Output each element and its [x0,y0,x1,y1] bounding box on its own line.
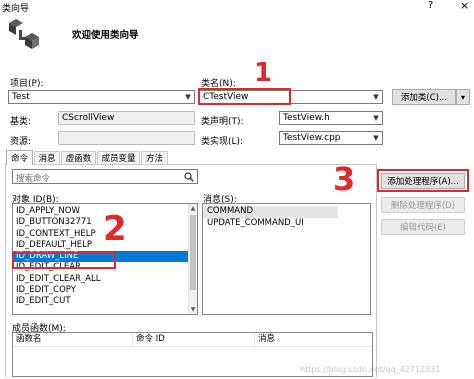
welcome-heading: 欢迎使用类向导 [72,30,139,41]
edit-code-button[interactable]: 编辑代码(E) [381,219,465,235]
add-class-button[interactable]: 添加类(C)... [392,89,456,105]
annotation-box-add-handler [377,169,469,192]
tab-virtual-functions[interactable]: 虚函数 [61,151,96,164]
column-header-command-id[interactable]: 命令 ID [133,333,255,347]
column-header-function-name[interactable]: 函数名 [13,333,133,347]
title-bar: 类向导 ? × [0,0,474,14]
scroll-up-icon[interactable]: ▲ [189,204,197,213]
annotation-box-draw-line [12,252,116,269]
project-label: 项目(P): [10,79,44,89]
resource-field [58,131,195,145]
tab-methods[interactable]: 方法 [141,151,168,164]
object-ids-scrollbar[interactable]: ▲ ▼ [188,204,197,314]
impl-file-combo[interactable]: TestView.cpp ▼ [279,131,383,145]
base-class-field: CScrollView [58,111,195,125]
list-item[interactable]: UPDATE_COMMAND_UI [203,218,370,230]
messages-list[interactable]: COMMAND UPDATE_COMMAND_UI [202,203,371,315]
list-item[interactable]: ID_EDIT_COPY [13,285,197,296]
scroll-down-icon[interactable]: ▼ [189,305,197,314]
add-class-dropdown-button[interactable]: ▾ [456,89,470,105]
header-file-value: TestView.h [283,113,330,123]
chevron-down-icon: ▼ [373,114,379,122]
list-item[interactable]: ID_EDIT_CLEAR_ALL [13,274,197,285]
annotation-box-classname [198,88,291,105]
chevron-down-icon: ▼ [185,93,191,101]
search-placeholder: 搜索命令 [16,174,51,184]
class-wizard-icon [9,19,39,49]
close-button[interactable]: × [460,0,469,12]
resource-label: 资源: [10,137,32,147]
scroll-thumb[interactable] [190,215,196,290]
tab-commands[interactable]: 命令 [6,150,33,165]
chevron-down-icon: ▼ [373,93,379,101]
header-file-combo[interactable]: TestView.h ▼ [279,111,383,125]
tab-messages[interactable]: 消息 [34,151,60,164]
search-input[interactable]: 搜索命令 [12,169,198,184]
list-item[interactable]: ID_EDIT_CUT [13,296,197,307]
delete-handler-button[interactable]: 删除处理程序(D) [381,197,465,213]
project-value: Test [12,92,30,102]
impl-file-label: 类实现(L): [201,137,244,147]
help-button[interactable]: ? [428,0,433,11]
annotation-number-1: 1 [254,58,273,88]
watermark: https://blog.csdn.net/qq_42712331 [300,365,441,374]
column-header-message[interactable]: 消息 [255,333,372,347]
chevron-down-icon: ▼ [373,134,379,142]
window-title: 类向导 [2,4,30,14]
annotation-number-3: 3 [333,160,356,198]
base-class-value: CScrollView [62,113,115,123]
project-combo[interactable]: Test ▼ [8,90,195,104]
base-class-label: 基类: [10,117,32,127]
tab-member-variables[interactable]: 成员变量 [97,151,140,164]
impl-file-value: TestView.cpp [283,133,341,143]
annotation-number-2: 2 [103,209,127,249]
header-file-label: 类声明(T): [201,117,244,127]
list-item[interactable]: COMMAND [203,206,338,218]
search-icon[interactable] [184,172,194,182]
